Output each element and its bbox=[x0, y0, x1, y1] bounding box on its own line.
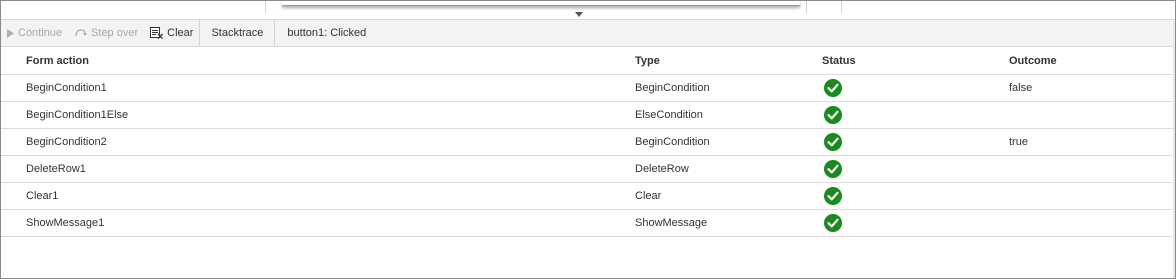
divider bbox=[806, 1, 807, 13]
column-header-outcome[interactable]: Outcome bbox=[984, 47, 1175, 75]
column-header-type[interactable]: Type bbox=[610, 47, 797, 75]
form-action-cell: BeginCondition2 bbox=[1, 128, 610, 156]
table-row[interactable]: ShowMessage1 ShowMessage bbox=[1, 209, 1175, 237]
check-circle-icon bbox=[824, 214, 842, 232]
status-cell bbox=[797, 209, 984, 237]
step-over-label: Step over bbox=[91, 27, 139, 39]
table-header-row: Form action Type Status Outcome bbox=[1, 47, 1175, 75]
type-cell: ElseCondition bbox=[610, 101, 797, 129]
stacktrace-label: Stacktrace bbox=[211, 27, 264, 39]
check-circle-icon bbox=[824, 160, 842, 178]
check-circle-icon bbox=[824, 187, 842, 205]
outcome-cell bbox=[984, 182, 1175, 210]
column-header-form-action[interactable]: Form action bbox=[1, 47, 610, 75]
status-cell bbox=[797, 128, 984, 156]
status-cell bbox=[797, 74, 984, 102]
debugger-panel: Continue Step over Clear Stacktrace butt… bbox=[0, 0, 1176, 279]
check-circle-icon bbox=[824, 79, 842, 97]
clear-label: Clear bbox=[167, 27, 194, 39]
debug-status-text: button1: Clicked bbox=[287, 27, 367, 39]
clear-button[interactable]: Clear bbox=[144, 20, 199, 46]
table-row[interactable]: BeginCondition1Else ElseCondition bbox=[1, 101, 1175, 129]
form-action-cell: DeleteRow1 bbox=[1, 155, 610, 183]
outcome-cell: true bbox=[984, 128, 1175, 156]
continue-label: Continue bbox=[18, 27, 63, 39]
divider bbox=[841, 1, 842, 13]
step-over-icon bbox=[74, 28, 88, 38]
form-action-cell: ShowMessage1 bbox=[1, 209, 610, 237]
form-action-cell: Clear1 bbox=[1, 182, 610, 210]
type-cell: Clear bbox=[610, 182, 797, 210]
status-cell bbox=[797, 155, 984, 183]
form-actions-table: Form action Type Status Outcome BeginCon… bbox=[1, 47, 1175, 237]
outcome-cell bbox=[984, 155, 1175, 183]
outcome-cell bbox=[984, 209, 1175, 237]
divider bbox=[265, 1, 266, 13]
table-row[interactable]: BeginCondition2 BeginCondition true bbox=[1, 128, 1175, 156]
debug-toolbar: Continue Step over Clear Stacktrace butt… bbox=[1, 20, 1175, 47]
check-circle-icon bbox=[824, 106, 842, 124]
column-header-status[interactable]: Status bbox=[797, 47, 984, 75]
continue-button[interactable]: Continue bbox=[1, 20, 68, 46]
clear-list-icon bbox=[150, 27, 164, 39]
type-cell: ShowMessage bbox=[610, 209, 797, 237]
table-row[interactable]: Clear1 Clear bbox=[1, 182, 1175, 210]
outcome-cell: false bbox=[984, 74, 1175, 102]
scrollbar-track[interactable] bbox=[1173, 20, 1175, 278]
form-action-cell: BeginCondition1Else bbox=[1, 101, 610, 129]
status-cell bbox=[797, 182, 984, 210]
table-row[interactable]: BeginCondition1 BeginCondition false bbox=[1, 74, 1175, 102]
play-icon bbox=[7, 28, 14, 38]
table-row[interactable]: DeleteRow1 DeleteRow bbox=[1, 155, 1175, 183]
type-cell: BeginCondition bbox=[610, 128, 797, 156]
splitter-chevron-down-icon[interactable] bbox=[575, 12, 583, 17]
designer-canvas-edge bbox=[1, 1, 1175, 20]
status-cell bbox=[797, 101, 984, 129]
type-cell: DeleteRow bbox=[610, 155, 797, 183]
form-canvas-shadow bbox=[282, 1, 800, 6]
check-circle-icon bbox=[824, 133, 842, 151]
stacktrace-button[interactable]: Stacktrace bbox=[200, 20, 274, 46]
form-action-cell: BeginCondition1 bbox=[1, 74, 610, 102]
type-cell: BeginCondition bbox=[610, 74, 797, 102]
step-over-button[interactable]: Step over bbox=[68, 20, 144, 46]
outcome-cell bbox=[984, 101, 1175, 129]
